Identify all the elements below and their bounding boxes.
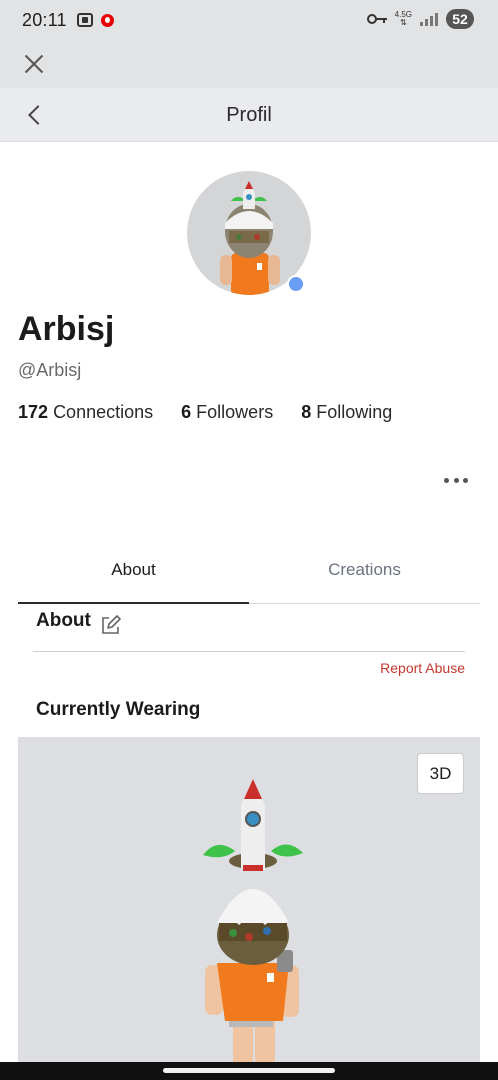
tab-about[interactable]: About <box>18 552 249 604</box>
following-label: Following <box>316 402 393 422</box>
system-nav-bar <box>0 1062 498 1080</box>
screen-record-icon <box>76 13 93 27</box>
followers-count: 6 <box>181 402 192 422</box>
following-count: 8 <box>301 402 312 422</box>
home-gesture-handle[interactable] <box>163 1068 335 1073</box>
page-title: Profil <box>226 104 272 126</box>
status-right-icons: 4.5G ⇅ 52 <box>366 9 474 29</box>
status-left-icons <box>76 13 114 27</box>
following-stat[interactable]: 8 Following <box>301 402 392 423</box>
avatar-3d-figure <box>203 779 303 1070</box>
connections-stat[interactable]: 172 Connections <box>18 402 153 423</box>
edit-icon[interactable] <box>100 614 122 636</box>
username: @Arbisj <box>18 360 82 380</box>
view-3d-button[interactable]: 3D <box>417 753 464 794</box>
close-icon[interactable] <box>22 52 46 76</box>
display-name: Arbisj <box>18 310 115 348</box>
vpn-key-icon <box>366 13 387 25</box>
network-indicator: 4.5G ⇅ <box>395 11 412 27</box>
followers-stat[interactable]: 6 Followers <box>181 402 273 423</box>
followers-label: Followers <box>196 402 274 422</box>
about-heading: About <box>36 610 91 631</box>
status-time: 20:11 <box>22 9 67 30</box>
online-status-indicator <box>287 275 305 293</box>
battery-indicator: 52 <box>446 9 474 29</box>
signal-icon <box>420 12 438 26</box>
profile-tabs: About Creations <box>18 552 480 604</box>
close-bar <box>0 40 498 88</box>
report-abuse-link[interactable]: Report Abuse <box>380 660 465 676</box>
currently-wearing-heading: Currently Wearing <box>36 699 201 720</box>
tab-creations[interactable]: Creations <box>249 552 480 603</box>
avatar-viewer[interactable]: 3D <box>18 737 480 1080</box>
page-header: Profil <box>0 88 498 142</box>
more-options-icon[interactable] <box>444 472 468 488</box>
data-arrows-icon: ⇅ <box>399 18 407 27</box>
connections-count: 172 <box>18 402 49 422</box>
profile-stats: 172 Connections 6 Followers 8 Following <box>18 402 392 423</box>
vodafone-icon <box>100 13 114 27</box>
connections-label: Connections <box>53 402 154 422</box>
status-bar: 20:11 4.5G ⇅ 52 <box>0 0 498 40</box>
about-divider <box>33 651 465 652</box>
